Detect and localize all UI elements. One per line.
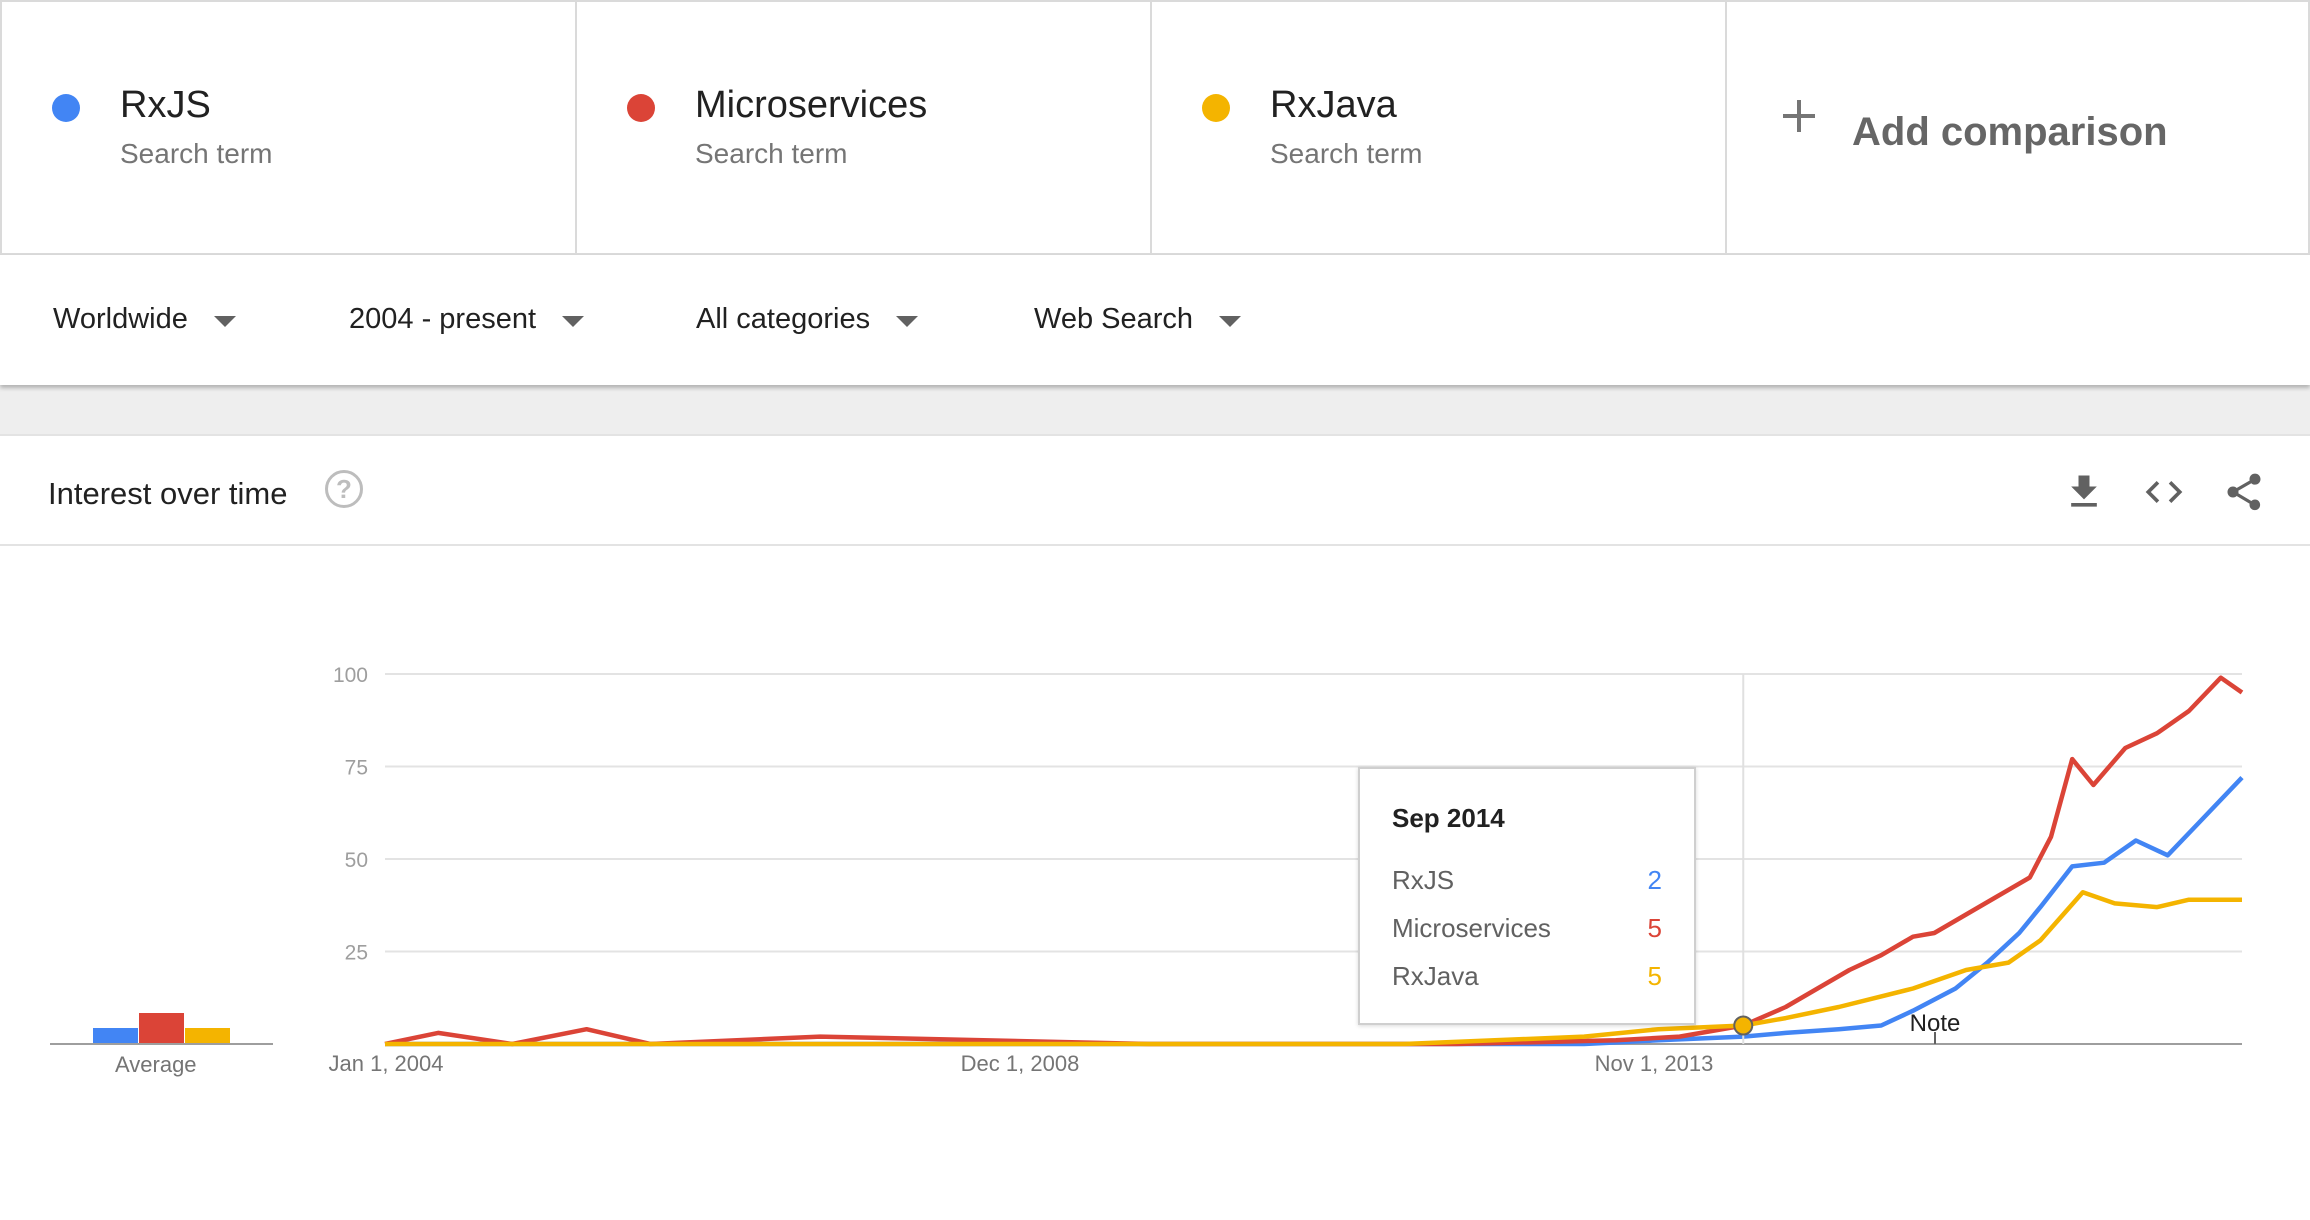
- add-comparison-button[interactable]: Add comparison: [1725, 2, 2310, 253]
- category-dropdown-label: All categories: [696, 303, 871, 335]
- tooltip-series-name: RxJava: [1392, 961, 1479, 991]
- chevron-down-icon: [1219, 316, 1242, 327]
- chevron-down-icon: [562, 316, 585, 327]
- term-card-rxjava[interactable]: RxJava Search term: [1150, 2, 1725, 253]
- search-type-dropdown[interactable]: Web Search: [1034, 303, 1242, 336]
- category-dropdown[interactable]: All categories: [696, 303, 919, 336]
- term-card-microservices[interactable]: Microservices Search term: [575, 2, 1150, 253]
- chevron-down-icon: [213, 316, 236, 327]
- download-icon[interactable]: [2062, 470, 2106, 514]
- help-icon-glyph: ?: [336, 473, 352, 504]
- term-name: Microservices: [695, 84, 928, 126]
- rxjs-color-dot: [52, 94, 80, 122]
- search-terms-bar: RxJS Search term Microservices Search te…: [0, 0, 2310, 255]
- help-icon[interactable]: ?: [325, 470, 363, 508]
- tooltip-series-value: 5: [1647, 961, 1662, 991]
- term-type: Search term: [1270, 138, 1423, 169]
- rxjava-color-dot: [1202, 94, 1230, 122]
- region-dropdown-label: Worldwide: [53, 303, 188, 335]
- time-range-dropdown[interactable]: 2004 - present: [349, 303, 585, 336]
- term-name: RxJava: [1270, 84, 1397, 126]
- tooltip-series-value: 2: [1647, 865, 1662, 895]
- chart-tooltip: Sep 2014 RxJS 2 Microservices 5 RxJava 5: [1358, 767, 1696, 1025]
- plus-icon: [1783, 100, 1815, 132]
- tooltip-series-name: RxJS: [1392, 865, 1455, 895]
- region-dropdown[interactable]: Worldwide: [53, 303, 236, 336]
- tooltip-series-value: 5: [1647, 913, 1662, 943]
- term-type: Search term: [120, 138, 273, 169]
- time-range-dropdown-label: 2004 - present: [349, 303, 537, 335]
- term-name: RxJS: [120, 84, 211, 126]
- tooltip-series-name: Microservices: [1392, 913, 1551, 943]
- chevron-down-icon: [896, 316, 919, 327]
- card-title: Interest over time: [48, 476, 288, 511]
- average-label: Average: [115, 1052, 197, 1077]
- tooltip-row-rxjs: RxJS 2: [1392, 865, 1662, 896]
- term-card-rxjs[interactable]: RxJS Search term: [0, 2, 575, 253]
- search-type-dropdown-label: Web Search: [1034, 303, 1194, 335]
- interest-over-time-card: Interest over time ?: [0, 434, 2310, 1220]
- add-comparison-label: Add comparison: [1852, 110, 2168, 154]
- filter-bar: Worldwide 2004 - present All categories …: [0, 255, 2310, 385]
- card-header: Interest over time ?: [0, 436, 2310, 546]
- tooltip-row-microservices: Microservices 5: [1392, 913, 1662, 944]
- microservices-color-dot: [627, 94, 655, 122]
- share-icon[interactable]: [2222, 470, 2266, 514]
- term-type: Search term: [695, 138, 848, 169]
- tooltip-row-rxjava: RxJava 5: [1392, 961, 1662, 992]
- tooltip-date: Sep 2014: [1392, 803, 1505, 833]
- embed-code-icon[interactable]: [2142, 470, 2186, 514]
